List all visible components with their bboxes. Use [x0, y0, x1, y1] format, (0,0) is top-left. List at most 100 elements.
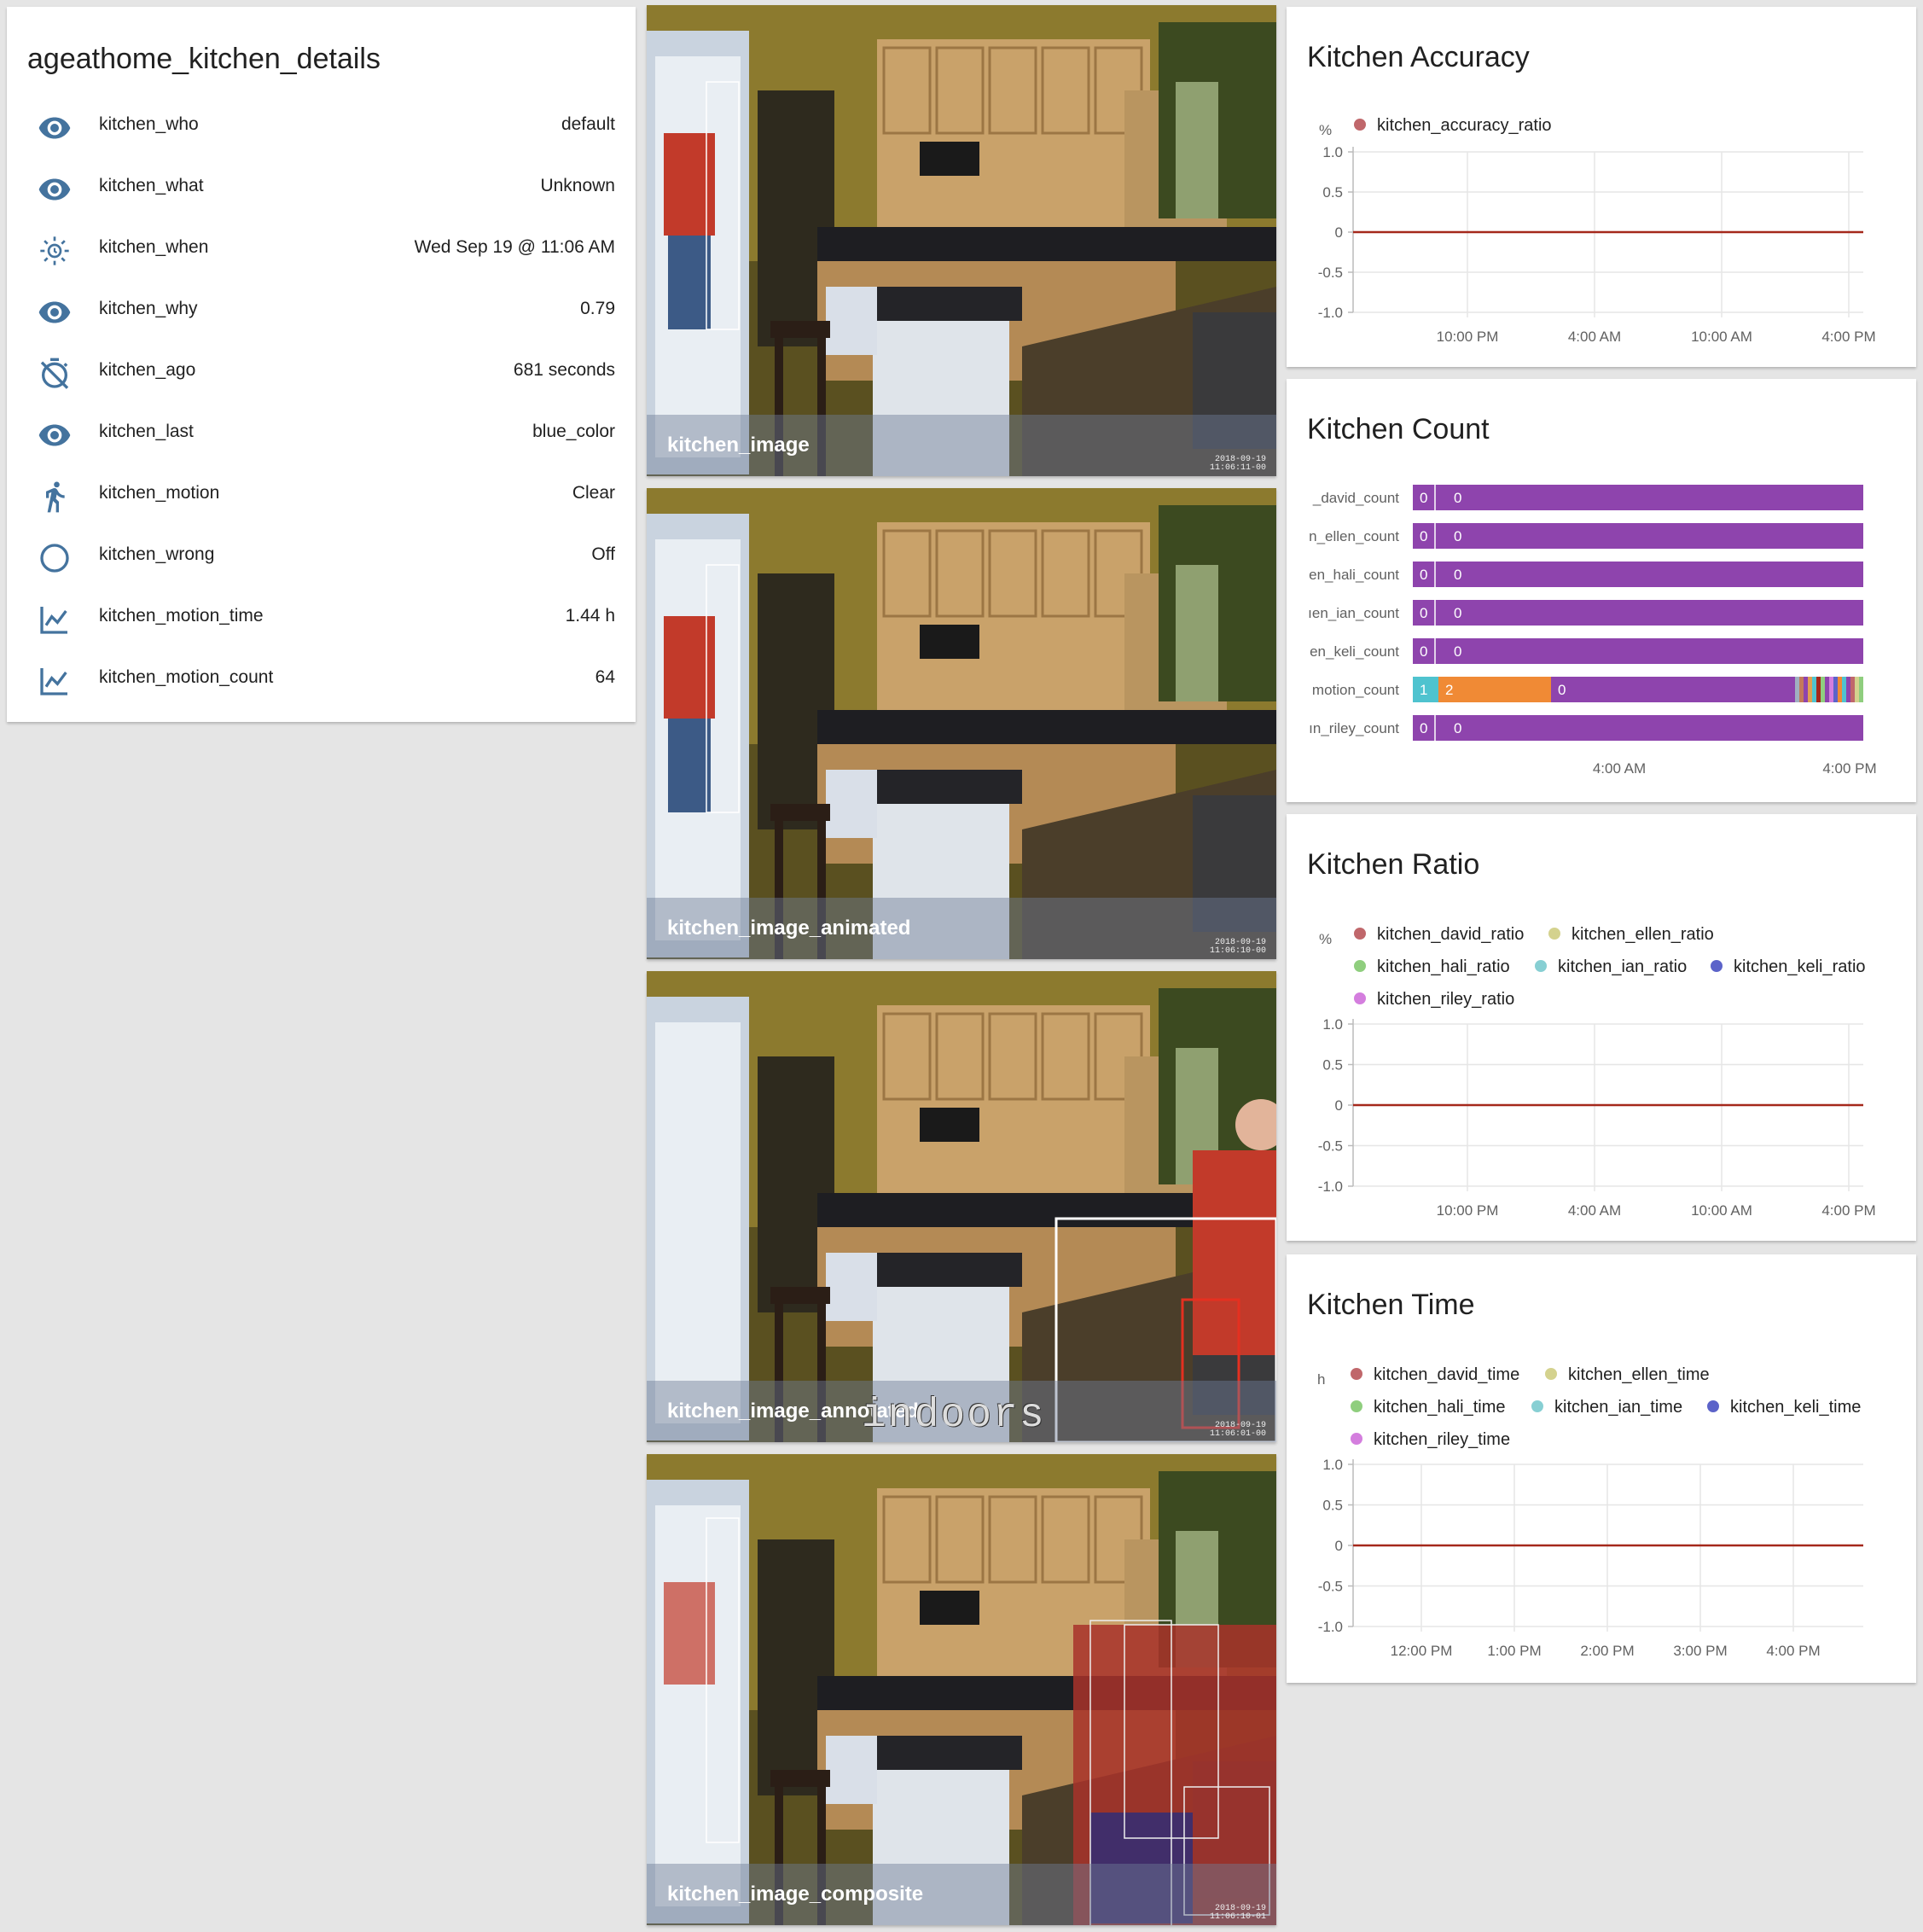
- legend-label: kitchen_ian_time: [1554, 1398, 1682, 1417]
- entity-row-kitchen-who[interactable]: kitchen_who default: [7, 97, 636, 159]
- entity-state: Clear: [572, 483, 615, 503]
- entity-row-kitchen-last[interactable]: kitchen_last blue_color: [7, 404, 636, 466]
- y-tick-label: -1.0: [1318, 305, 1343, 321]
- timeline-segment[interactable]: [1808, 677, 1812, 702]
- entity-row-kitchen-ago[interactable]: kitchen_ago 681 seconds: [7, 343, 636, 404]
- timeline-segment[interactable]: [1812, 677, 1816, 702]
- legend-item[interactable]: kitchen_hali_ratio: [1354, 957, 1510, 976]
- y-tick-label: 1.0: [1322, 144, 1343, 160]
- entity-row-kitchen-motion[interactable]: kitchen_motion Clear: [7, 466, 636, 527]
- camera-card-kitchen-image-annotated[interactable]: kitchen_image_annotated indoors 2018-09-…: [647, 971, 1276, 1442]
- legend-swatch: [1354, 960, 1366, 972]
- legend-swatch: [1354, 928, 1366, 940]
- timeline-segment[interactable]: [1821, 677, 1825, 702]
- camera-timestamp: 2018-09-19 11:06:10-00: [1209, 938, 1266, 956]
- annotation-overlay-text: indoors: [862, 1393, 1046, 1439]
- timeline-segment-label: 0: [1454, 490, 1461, 506]
- entity-row-kitchen-when[interactable]: kitchen_when Wed Sep 19 @ 11:06 AM: [7, 220, 636, 282]
- timeline-row[interactable]: 00: [1413, 600, 1863, 626]
- legend-item[interactable]: kitchen_ellen_time: [1545, 1365, 1710, 1384]
- camera-timestamp: 2018-09-19 11:06:01-00: [1209, 1421, 1266, 1439]
- timeline-segment[interactable]: [1413, 600, 1863, 626]
- legend-label: kitchen_hali_ratio: [1377, 957, 1510, 976]
- x-tick-label: 4:00 AM: [1568, 1202, 1621, 1219]
- chart-line-icon: [38, 602, 72, 637]
- camera-card-kitchen-image[interactable]: kitchen_image 2018-09-19 11:06:11-00: [647, 5, 1276, 476]
- timeline-segment[interactable]: [1842, 677, 1846, 702]
- timeline-row[interactable]: 00: [1413, 638, 1863, 664]
- legend-item[interactable]: kitchen_ian_time: [1531, 1398, 1682, 1417]
- walk-icon: [38, 480, 72, 514]
- entity-name: kitchen_motion: [99, 483, 220, 503]
- entity-row-kitchen-motion-count[interactable]: kitchen_motion_count 64: [7, 650, 636, 712]
- eye-icon: [38, 418, 72, 452]
- legend-item[interactable]: kitchen_ellen_ratio: [1548, 925, 1714, 944]
- timeline-segment[interactable]: [1413, 715, 1863, 741]
- timeline-segment[interactable]: [1799, 677, 1804, 702]
- legend-label: kitchen_ellen_ratio: [1572, 925, 1714, 944]
- timeline-row[interactable]: 00: [1413, 485, 1863, 510]
- entity-state: Unknown: [540, 176, 615, 195]
- legend-item[interactable]: kitchen_riley_time: [1351, 1430, 1510, 1449]
- legend-item[interactable]: kitchen_riley_ratio: [1354, 990, 1514, 1009]
- entity-state: 681 seconds: [513, 360, 615, 380]
- history-graph-card-kitchen-count[interactable]: Kitchen Count _david_count 0 0 n_ellen_coun…: [1287, 379, 1916, 802]
- entity-row-kitchen-why[interactable]: kitchen_why 0.79: [7, 282, 636, 343]
- legend-label: kitchen_ian_ratio: [1558, 957, 1687, 976]
- timeline-segment[interactable]: [1413, 638, 1863, 664]
- legend-item[interactable]: kitchen_david_ratio: [1354, 925, 1524, 944]
- legend-item[interactable]: kitchen_ian_ratio: [1535, 957, 1687, 976]
- timeline-segment[interactable]: [1804, 677, 1808, 702]
- timeline-row-label: en_keli_count: [1310, 643, 1399, 660]
- timeline-segment[interactable]: [1551, 677, 1795, 702]
- timeline-row[interactable]: 00: [1413, 715, 1863, 741]
- legend-label: kitchen_david_ratio: [1377, 925, 1524, 944]
- history-graph-card-kitchen-accuracy[interactable]: Kitchen Accuracy % kitchen_accuracy_ratio…: [1287, 7, 1916, 367]
- entity-name: kitchen_motion_count: [99, 667, 274, 687]
- timeline-row-label: en_hali_count: [1309, 567, 1399, 583]
- timeline-segment[interactable]: [1413, 562, 1863, 587]
- timeline-row[interactable]: 00: [1413, 562, 1863, 587]
- timeline-segment[interactable]: [1825, 677, 1829, 702]
- camera-timestamp: 2018-09-19 11:06:10-01: [1209, 1904, 1266, 1922]
- timeline-segment[interactable]: [1846, 677, 1850, 702]
- timeline-segment[interactable]: [1413, 523, 1863, 549]
- timeline-segment[interactable]: [1859, 677, 1863, 702]
- legend-item[interactable]: kitchen_accuracy_ratio: [1354, 116, 1552, 135]
- legend-item[interactable]: kitchen_keli_ratio: [1711, 957, 1866, 976]
- history-graph-card-kitchen-time[interactable]: Kitchen Time h kitchen_david_time kitchen_…: [1287, 1254, 1916, 1683]
- legend-item[interactable]: kitchen_hali_time: [1351, 1398, 1506, 1417]
- timeline-segment[interactable]: [1855, 677, 1859, 702]
- entity-name: kitchen_who: [99, 114, 199, 134]
- y-tick-label: -0.5: [1318, 1579, 1343, 1595]
- entity-row-kitchen-motion-time[interactable]: kitchen_motion_time 1.44 h: [7, 589, 636, 650]
- timeline-segment[interactable]: [1438, 677, 1551, 702]
- camera-card-kitchen-image-composite[interactable]: kitchen_image_composite 2018-09-19 11:06…: [647, 1454, 1276, 1925]
- camera-card-kitchen-image-animated[interactable]: kitchen_image_animated 2018-09-19 11:06:…: [647, 488, 1276, 959]
- legend-label: kitchen_hali_time: [1374, 1398, 1506, 1417]
- timeline-segment[interactable]: [1816, 677, 1821, 702]
- timeline-segment[interactable]: [1829, 677, 1833, 702]
- history-graph-card-kitchen-ratio[interactable]: Kitchen Ratio % kitchen_david_ratio kitche…: [1287, 814, 1916, 1241]
- legend-item[interactable]: kitchen_david_time: [1351, 1365, 1519, 1384]
- timeline-row[interactable]: 1 2 0: [1413, 677, 1863, 702]
- camera-snapshot: [647, 488, 1276, 959]
- timeline-segment-label: 0: [1420, 567, 1427, 583]
- eye-icon: [38, 172, 72, 207]
- entity-row-kitchen-what[interactable]: kitchen_what Unknown: [7, 159, 636, 220]
- timeline-segment[interactable]: [1795, 677, 1799, 702]
- line-chart: % kitchen_accuracy_ratio 1.0 0.5 0 -0.5 -1.0 10…: [1318, 116, 1876, 345]
- legend-label: kitchen_accuracy_ratio: [1377, 116, 1552, 135]
- entity-row-kitchen-wrong[interactable]: kitchen_wrong Off: [7, 527, 636, 589]
- timeline-segment[interactable]: [1413, 485, 1863, 510]
- entity-state: blue_color: [532, 422, 615, 441]
- timeline-segment[interactable]: [1833, 677, 1838, 702]
- legend-swatch: [1354, 992, 1366, 1004]
- timeline-row[interactable]: 00: [1413, 523, 1863, 549]
- legend-swatch: [1548, 928, 1560, 940]
- timeline-segment[interactable]: [1850, 677, 1855, 702]
- eye-icon: [38, 111, 72, 145]
- y-tick-label: 0.5: [1322, 1498, 1343, 1514]
- timeline-segment[interactable]: [1838, 677, 1842, 702]
- legend-item[interactable]: kitchen_keli_time: [1707, 1398, 1861, 1417]
